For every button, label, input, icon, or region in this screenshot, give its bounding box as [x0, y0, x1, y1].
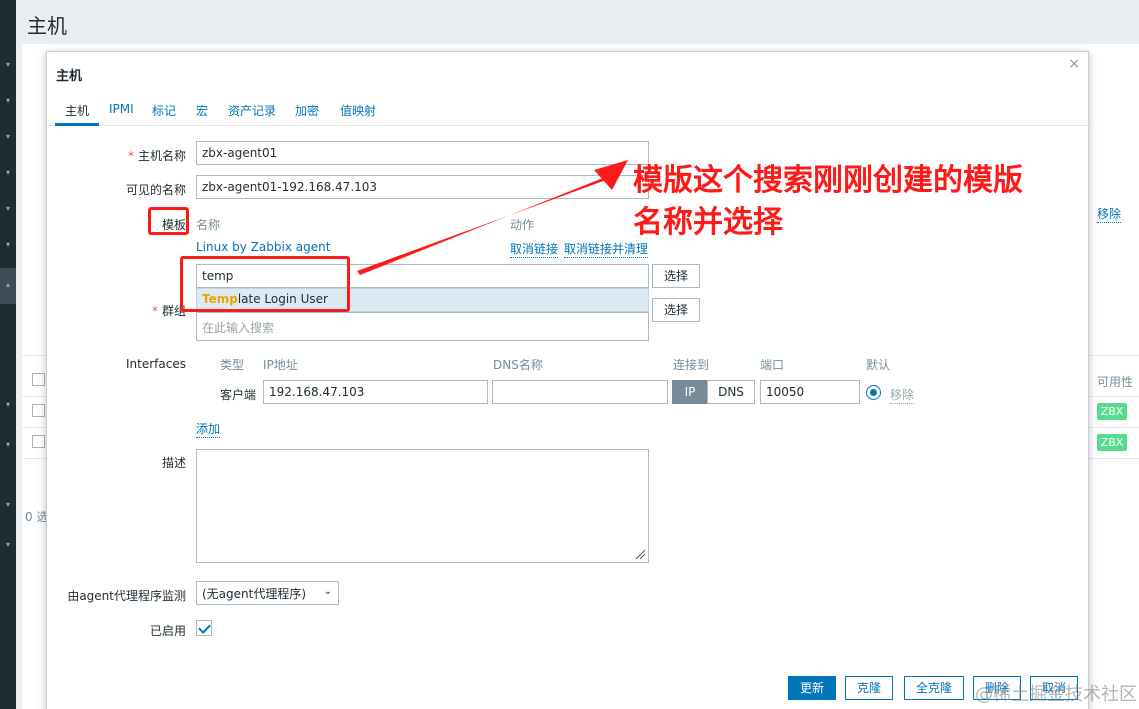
annotation-text: 模版这个搜索刚刚创建的模版 名称并选择	[633, 163, 1023, 240]
annotation-arrow-icon	[357, 160, 628, 275]
watermark: @稀土掘金技术社区	[975, 684, 1137, 705]
